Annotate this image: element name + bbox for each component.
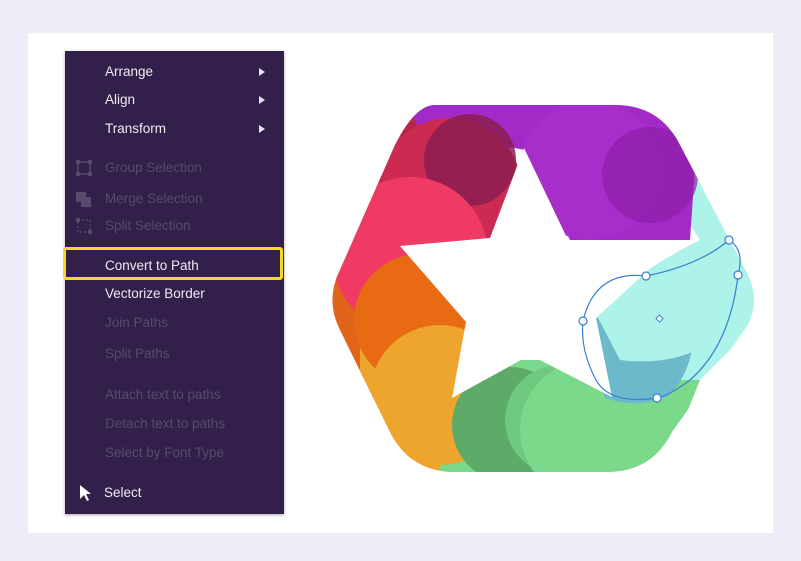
menu-item-vectorize-border[interactable]: Vectorize Border [65,281,284,307]
menu-item-label: Align [105,92,136,107]
menu-item-label: Merge Selection [105,191,203,206]
menu-item-label: Attach text to paths [105,387,221,402]
menu-item-select-by-font-type: Select by Font Type [65,440,284,466]
menu-item-arrange[interactable]: Arrange [65,59,284,85]
anchor-point-mid [641,271,651,281]
submenu-arrow-icon [259,96,265,104]
menu-item-select[interactable]: Select [65,480,284,506]
menu-item-transform[interactable]: Transform [65,116,284,142]
menu-item-align[interactable]: Align [65,87,284,113]
anchor-point-left [578,316,588,326]
menu-item-detach-text-to-paths: Detach text to paths [65,411,284,437]
submenu-arrow-icon [259,125,265,133]
deep-purple-band [602,127,698,223]
menu-item-label: Split Selection [105,218,191,233]
menu-item-label: Select by Font Type [105,445,225,460]
menu-item-label: Vectorize Border [105,286,205,301]
submenu-arrow-icon [259,68,265,76]
menu-item-label: Arrange [105,64,154,79]
menu-item-label: Detach text to paths [105,416,226,431]
cursor-arrow-icon [80,485,91,501]
menu-item-attach-text-to-paths: Attach text to paths [65,382,284,408]
menu-item-label: Group Selection [105,160,202,175]
context-menu: Arrange Align Transform Group Selection … [65,51,284,514]
menu-item-split-selection: Split Selection [65,213,284,239]
anchor-point-right [733,270,743,280]
menu-item-label: Join Paths [105,315,169,330]
menu-item-convert-to-path[interactable]: Convert to Path [65,253,284,279]
menu-item-split-paths: Split Paths [65,341,284,367]
menu-item-join-paths: Join Paths [65,310,284,336]
merge-selection-icon [76,192,91,207]
menu-item-merge-selection: Merge Selection [65,186,284,212]
menu-item-label: Transform [105,121,167,136]
group-selection-icon [76,160,92,176]
menu-item-group-selection: Group Selection [65,155,284,181]
anchor-point-top-right [724,235,734,245]
anchor-point-bottom [652,393,662,403]
menu-item-label: Convert to Path [105,258,199,273]
split-selection-icon [76,218,92,234]
menu-item-label: Split Paths [105,346,170,361]
menu-item-label: Select [104,485,142,500]
